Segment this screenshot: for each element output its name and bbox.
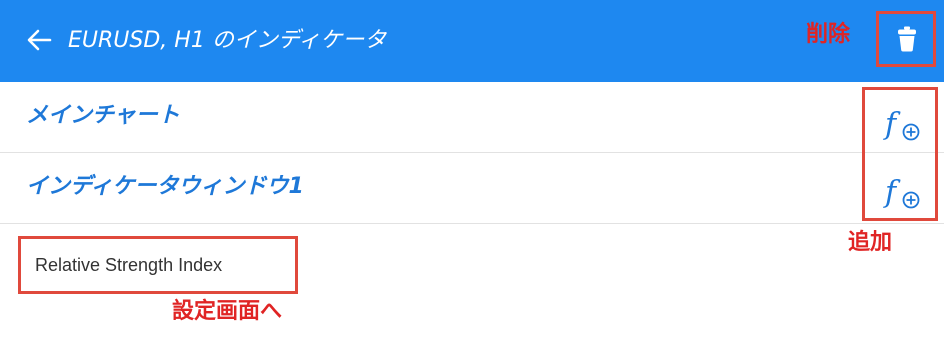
function-add-icon[interactable]: f — [883, 108, 923, 144]
function-add-icon[interactable]: f — [883, 176, 923, 212]
indicator-item-rsi[interactable]: Relative Strength Index — [18, 236, 298, 294]
app-header: EURUSD, H1 のインディケータ — [0, 0, 944, 82]
window-label: インディケータウィンドウ1 — [26, 174, 304, 199]
svg-text:f: f — [883, 176, 901, 210]
arrow-left-icon[interactable] — [26, 27, 52, 53]
annotation-settings: 設定画面へ — [172, 299, 283, 324]
window-row-main-chart[interactable]: メインチャート — [0, 82, 944, 153]
window-row-indicator-window-1[interactable]: インディケータウィンドウ1 — [0, 153, 944, 224]
highlight-delete-box — [876, 11, 936, 67]
page-title: EURUSD, H1 のインディケータ — [68, 28, 387, 53]
annotation-delete: 削除 — [806, 22, 851, 47]
window-label: メインチャート — [26, 103, 180, 128]
trash-icon[interactable] — [897, 26, 917, 52]
highlight-add-box: f f — [862, 87, 938, 221]
annotation-add: 追加 — [848, 230, 893, 255]
svg-text:f: f — [883, 108, 901, 142]
indicator-label: Relative Strength Index — [35, 255, 223, 275]
